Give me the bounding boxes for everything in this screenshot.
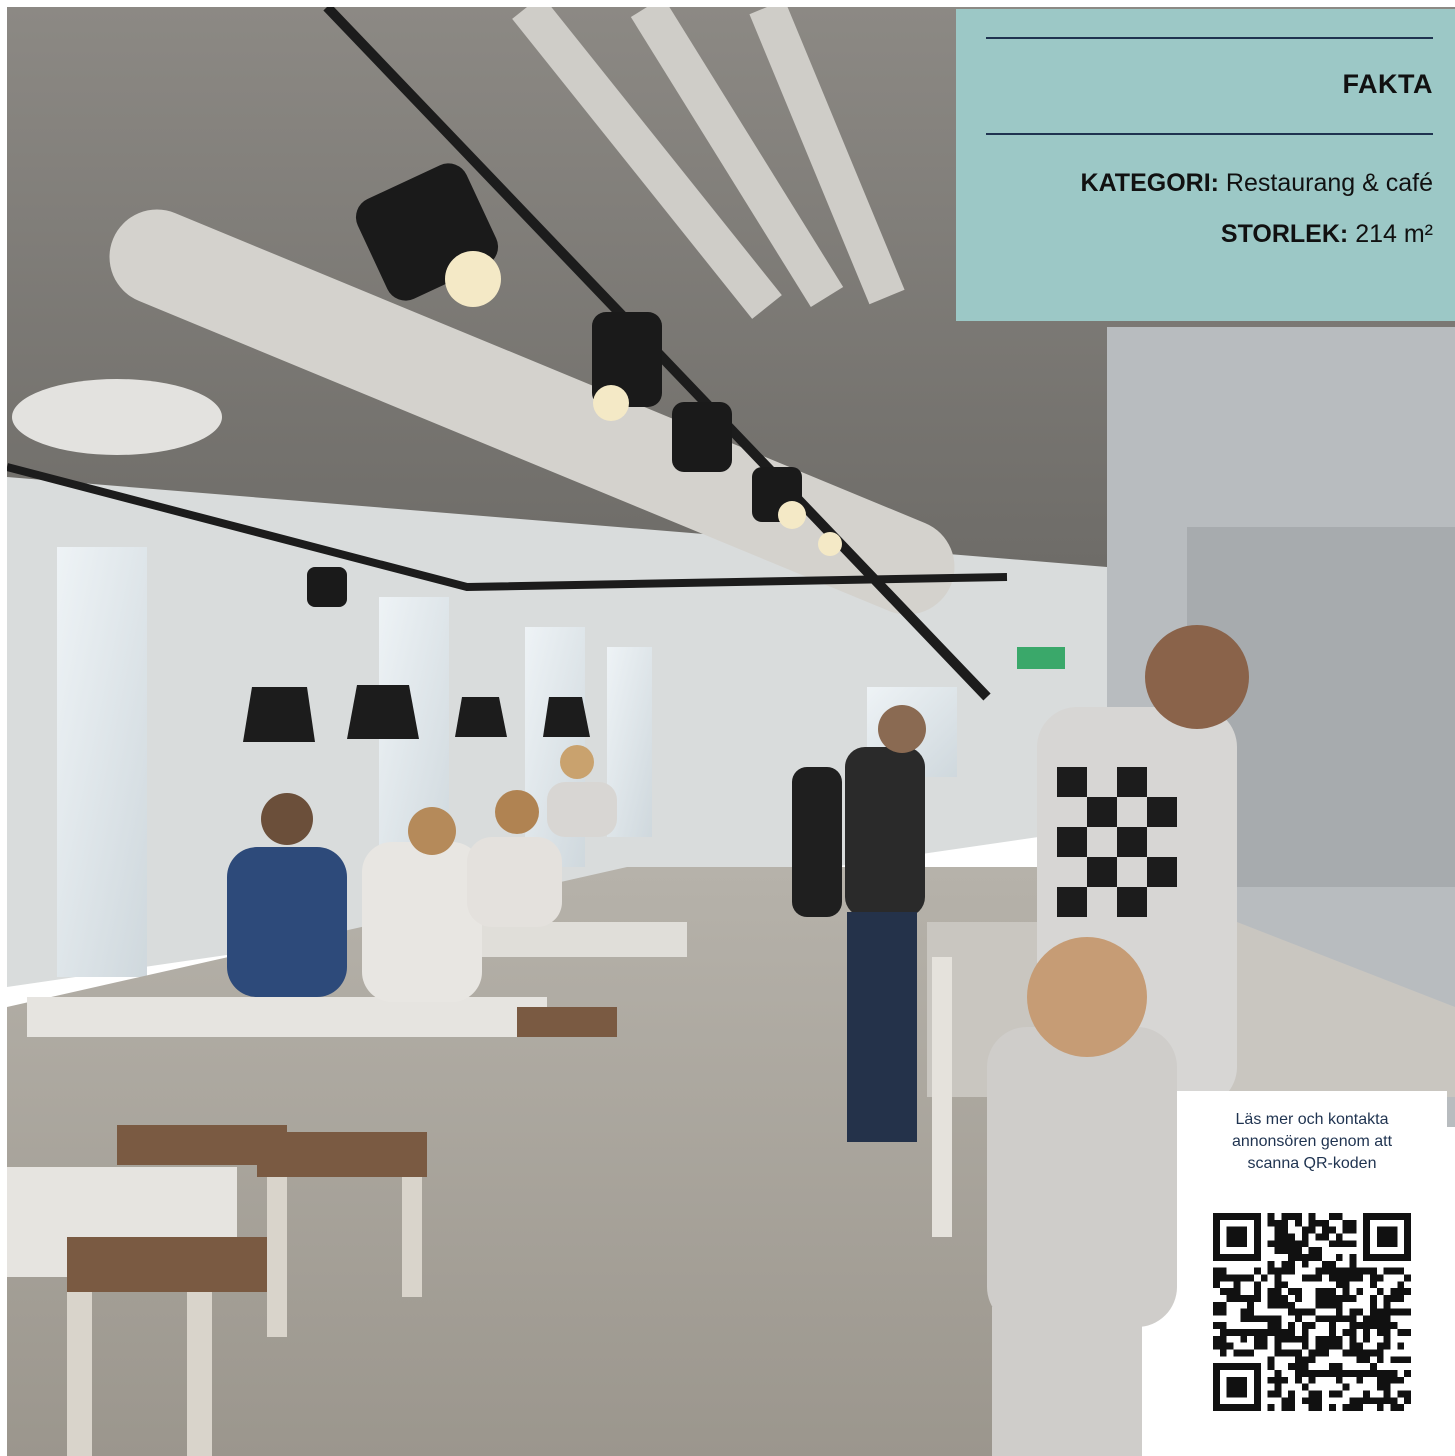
fakta-title: FAKTA: [1342, 69, 1433, 99]
qr-code-icon[interactable]: [1213, 1213, 1411, 1411]
fact-label-kategori: KATEGORI:: [1080, 169, 1219, 197]
fact-value-kategori: Restaurang & café: [1225, 169, 1433, 197]
qr-instructions: Läs mer och kontakta annonsören genom at…: [1177, 1109, 1447, 1175]
fact-label-storlek: STORLEK:: [1220, 220, 1349, 248]
fakta-panel: FAKTA KATEGORI: Restaurang & café STORLE…: [956, 9, 1455, 321]
qr-card: Läs mer och kontakta annonsören genom at…: [1177, 1091, 1447, 1446]
qr-text-line-1: Läs mer och kontakta: [1235, 1111, 1389, 1128]
qr-text-line-3: scanna QR-koden: [1247, 1155, 1377, 1172]
top-divider: [986, 37, 1433, 39]
fact-row-storlek: STORLEK: 214 m²: [1221, 220, 1433, 249]
fact-row-kategori: KATEGORI: Restaurang & café: [1081, 169, 1433, 198]
bottom-divider: [986, 133, 1433, 135]
qr-text-line-2: annonsören genom att: [1231, 1133, 1393, 1150]
fact-value-storlek: 214 m²: [1355, 220, 1433, 248]
